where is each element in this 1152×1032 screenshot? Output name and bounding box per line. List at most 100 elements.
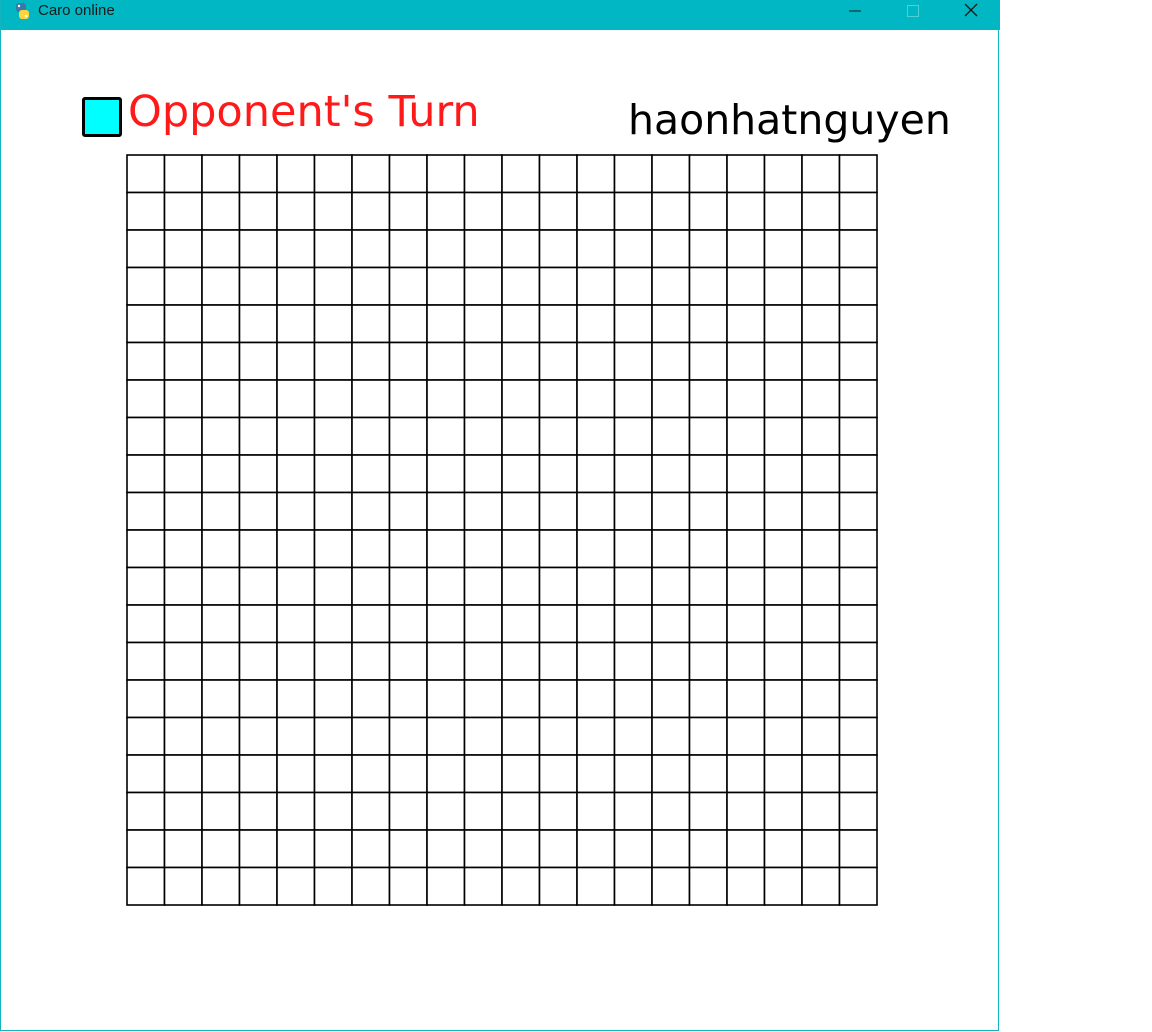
board-cell[interactable] bbox=[276, 341, 316, 381]
board-cell[interactable] bbox=[501, 604, 541, 644]
board-cell[interactable] bbox=[538, 154, 578, 194]
board-cell[interactable] bbox=[126, 716, 166, 756]
board-cell[interactable] bbox=[501, 304, 541, 344]
board-cell[interactable] bbox=[388, 229, 428, 269]
board-cell[interactable] bbox=[651, 754, 691, 794]
board-cell[interactable] bbox=[688, 266, 728, 306]
board-cell[interactable] bbox=[538, 829, 578, 869]
board-cell[interactable] bbox=[426, 416, 466, 456]
board-cell[interactable] bbox=[538, 266, 578, 306]
board-cell[interactable] bbox=[688, 341, 728, 381]
board-cell[interactable] bbox=[501, 566, 541, 606]
title-bar[interactable]: Caro online bbox=[1, 0, 1000, 30]
board-cell[interactable] bbox=[763, 304, 803, 344]
board-cell[interactable] bbox=[388, 154, 428, 194]
game-board[interactable] bbox=[126, 154, 878, 906]
board-cell[interactable] bbox=[126, 791, 166, 831]
board-cell[interactable] bbox=[801, 641, 841, 681]
board-cell[interactable] bbox=[201, 679, 241, 719]
board-cell[interactable] bbox=[126, 454, 166, 494]
board-cell[interactable] bbox=[163, 716, 203, 756]
board-cell[interactable] bbox=[238, 641, 278, 681]
board-cell[interactable] bbox=[351, 566, 391, 606]
board-cell[interactable] bbox=[313, 379, 353, 419]
board-cell[interactable] bbox=[388, 754, 428, 794]
board-cell[interactable] bbox=[426, 341, 466, 381]
board-cell[interactable] bbox=[463, 341, 503, 381]
board-cell[interactable] bbox=[238, 866, 278, 906]
board-cell[interactable] bbox=[838, 754, 878, 794]
board-cell[interactable] bbox=[463, 829, 503, 869]
board-cell[interactable] bbox=[726, 266, 766, 306]
board-cell[interactable] bbox=[126, 641, 166, 681]
board-cell[interactable] bbox=[463, 304, 503, 344]
board-cell[interactable] bbox=[838, 829, 878, 869]
board-cell[interactable] bbox=[763, 641, 803, 681]
board-cell[interactable] bbox=[501, 154, 541, 194]
board-cell[interactable] bbox=[426, 491, 466, 531]
board-cell[interactable] bbox=[313, 416, 353, 456]
board-cell[interactable] bbox=[576, 566, 616, 606]
board-cell[interactable] bbox=[126, 229, 166, 269]
board-cell[interactable] bbox=[276, 229, 316, 269]
board-cell[interactable] bbox=[613, 416, 653, 456]
board-cell[interactable] bbox=[313, 604, 353, 644]
board-cell[interactable] bbox=[726, 229, 766, 269]
board-cell[interactable] bbox=[463, 641, 503, 681]
board-cell[interactable] bbox=[651, 304, 691, 344]
board-cell[interactable] bbox=[838, 191, 878, 231]
board-cell[interactable] bbox=[763, 716, 803, 756]
board-cell[interactable] bbox=[126, 191, 166, 231]
board-cell[interactable] bbox=[501, 416, 541, 456]
board-cell[interactable] bbox=[688, 304, 728, 344]
board-cell[interactable] bbox=[126, 829, 166, 869]
board-cell[interactable] bbox=[388, 791, 428, 831]
board-cell[interactable] bbox=[276, 754, 316, 794]
board-cell[interactable] bbox=[763, 454, 803, 494]
board-cell[interactable] bbox=[388, 679, 428, 719]
board-cell[interactable] bbox=[763, 341, 803, 381]
board-cell[interactable] bbox=[463, 491, 503, 531]
board-cell[interactable] bbox=[163, 304, 203, 344]
board-cell[interactable] bbox=[613, 866, 653, 906]
board-cell[interactable] bbox=[576, 604, 616, 644]
board-cell[interactable] bbox=[426, 266, 466, 306]
board-cell[interactable] bbox=[763, 791, 803, 831]
board-cell[interactable] bbox=[313, 566, 353, 606]
board-cell[interactable] bbox=[388, 491, 428, 531]
board-cell[interactable] bbox=[463, 716, 503, 756]
board-cell[interactable] bbox=[276, 379, 316, 419]
board-cell[interactable] bbox=[576, 229, 616, 269]
board-cell[interactable] bbox=[463, 154, 503, 194]
board-cell[interactable] bbox=[276, 454, 316, 494]
board-cell[interactable] bbox=[726, 829, 766, 869]
board-cell[interactable] bbox=[426, 754, 466, 794]
board-cell[interactable] bbox=[838, 266, 878, 306]
board-cell[interactable] bbox=[763, 491, 803, 531]
board-cell[interactable] bbox=[276, 416, 316, 456]
board-cell[interactable] bbox=[201, 604, 241, 644]
board-cell[interactable] bbox=[163, 154, 203, 194]
board-cell[interactable] bbox=[313, 341, 353, 381]
board-cell[interactable] bbox=[613, 379, 653, 419]
board-cell[interactable] bbox=[313, 491, 353, 531]
board-cell[interactable] bbox=[651, 679, 691, 719]
board-cell[interactable] bbox=[126, 341, 166, 381]
board-cell[interactable] bbox=[388, 604, 428, 644]
board-cell[interactable] bbox=[126, 266, 166, 306]
board-cell[interactable] bbox=[538, 604, 578, 644]
board-cell[interactable] bbox=[426, 154, 466, 194]
board-cell[interactable] bbox=[276, 866, 316, 906]
board-cell[interactable] bbox=[651, 829, 691, 869]
board-cell[interactable] bbox=[313, 754, 353, 794]
board-cell[interactable] bbox=[688, 191, 728, 231]
board-cell[interactable] bbox=[388, 829, 428, 869]
board-cell[interactable] bbox=[538, 379, 578, 419]
board-cell[interactable] bbox=[576, 379, 616, 419]
board-cell[interactable] bbox=[801, 454, 841, 494]
board-cell[interactable] bbox=[463, 679, 503, 719]
board-cell[interactable] bbox=[313, 716, 353, 756]
board-cell[interactable] bbox=[576, 191, 616, 231]
board-cell[interactable] bbox=[688, 454, 728, 494]
board-cell[interactable] bbox=[238, 716, 278, 756]
